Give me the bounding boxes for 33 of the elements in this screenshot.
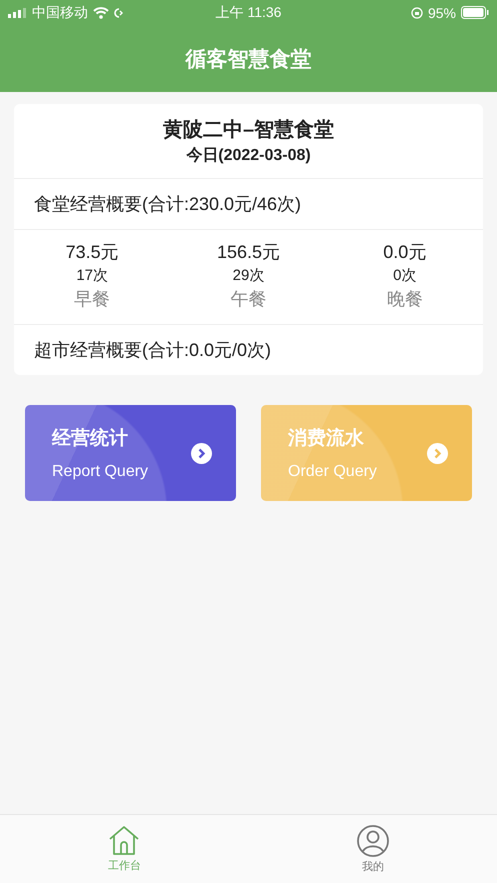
meal-count: 29次 (232, 266, 264, 285)
meal-amount: 73.5元 (66, 241, 119, 264)
tile-subtitle: Order Query (288, 463, 377, 481)
tile-subtitle: Report Query (52, 463, 148, 481)
chevron-right-icon (427, 442, 448, 464)
call-icon (114, 6, 124, 18)
user-icon (356, 824, 389, 856)
tile-title: 消费流水 (288, 426, 365, 451)
canteen-name: 黄陂二中–智慧食堂 (162, 118, 334, 143)
market-summary: 超市经营概要(合计:0.0元/0次) (33, 339, 272, 362)
battery-percent: 95% (428, 4, 456, 20)
query-tile[interactable]: 经营统计 Report Query (25, 405, 236, 501)
meal-amount: 156.5元 (216, 241, 280, 264)
tab-button[interactable]: 我的 (248, 815, 497, 883)
rotation-lock-icon (410, 6, 423, 18)
meal-name: 晚餐 (386, 288, 423, 311)
tab-button[interactable]: 工作台 (0, 815, 248, 883)
clock-time: 上午 11:36 (216, 4, 282, 20)
signal-icon (8, 8, 27, 18)
meal-count: 0次 (393, 266, 416, 285)
date-label: 今日(2022-03-08) (186, 146, 311, 166)
meal-name: 早餐 (74, 288, 110, 311)
canteen-summary: 食堂经营概要(合计:230.0元/46次) (14, 179, 483, 230)
chevron-right-icon (191, 442, 212, 464)
meal-count: 17次 (76, 266, 108, 285)
meal-name: 午餐 (230, 288, 266, 311)
carrier-name: 中国移动 (32, 4, 88, 22)
meal-amount: 0.0元 (383, 241, 426, 264)
home-icon (108, 826, 140, 856)
battery-icon (461, 6, 490, 19)
app-title: 循客智慧食堂 (186, 46, 312, 72)
tile-title: 经营统计 (52, 426, 129, 451)
wifi-icon (93, 6, 109, 18)
